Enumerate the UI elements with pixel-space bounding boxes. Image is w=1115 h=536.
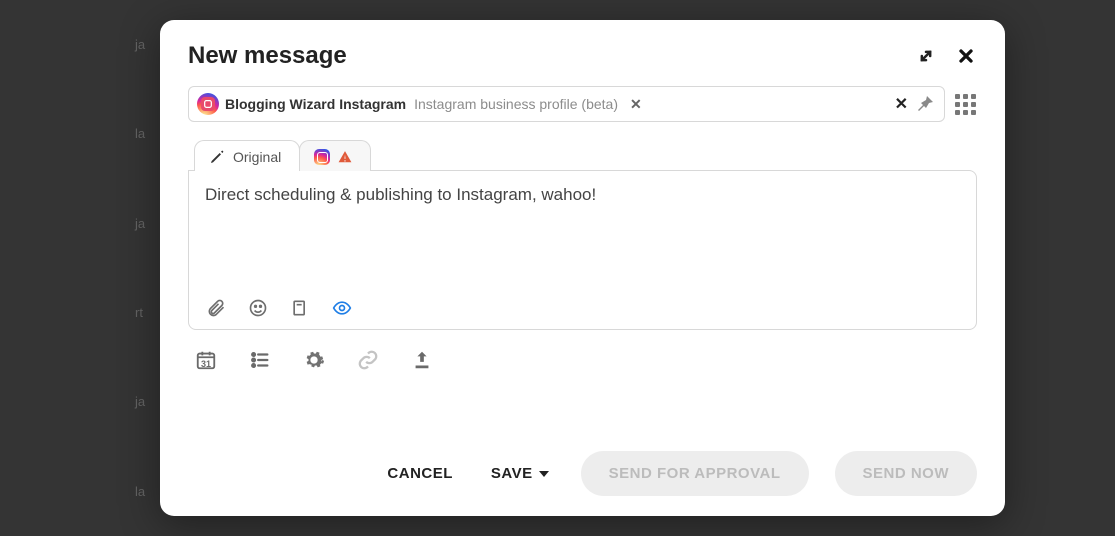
send-approval-label: SEND FOR APPROVAL xyxy=(609,465,781,482)
pencil-icon xyxy=(209,149,225,165)
tab-instagram-warning[interactable] xyxy=(299,140,371,171)
save-button[interactable]: SAVE xyxy=(485,455,555,492)
remove-account-icon[interactable]: ✕ xyxy=(630,96,642,113)
modal-overlay: jalajartjala New message xyxy=(0,0,1115,536)
instagram-mini-icon xyxy=(314,149,330,165)
send-for-approval-button[interactable]: SEND FOR APPROVAL xyxy=(581,451,809,496)
caret-down-icon xyxy=(539,471,549,477)
tab-original-label: Original xyxy=(233,149,281,165)
cancel-button[interactable]: CANCEL xyxy=(381,455,459,492)
save-label: SAVE xyxy=(491,465,533,482)
clear-accounts-icon[interactable]: ✕ xyxy=(895,94,908,114)
queue-list-icon[interactable] xyxy=(248,348,272,372)
close-icon[interactable] xyxy=(955,45,977,67)
account-chip-area[interactable]: Blogging Wizard Instagram Instagram busi… xyxy=(188,86,945,122)
editor-toolbar xyxy=(205,289,960,319)
calendar-icon[interactable]: 31 xyxy=(194,348,218,372)
library-icon[interactable] xyxy=(289,297,311,319)
editor-tabs: Original xyxy=(194,140,977,171)
expand-icon[interactable] xyxy=(915,45,937,67)
account-selector-row: Blogging Wizard Instagram Instagram busi… xyxy=(188,86,977,122)
attachment-icon[interactable] xyxy=(205,297,227,319)
warning-icon xyxy=(338,150,352,164)
account-subtitle: Instagram business profile (beta) xyxy=(414,96,618,112)
message-text-input[interactable]: Direct scheduling & publishing to Instag… xyxy=(205,185,960,289)
account-name: Blogging Wizard Instagram xyxy=(225,96,406,112)
pin-icon[interactable] xyxy=(912,92,936,116)
modal-title: New message xyxy=(188,42,347,70)
background-list: jalajartjala xyxy=(0,0,160,536)
modal-footer: CANCEL SAVE SEND FOR APPROVAL SEND NOW xyxy=(188,431,977,496)
instagram-icon xyxy=(197,93,219,115)
schedule-options-row: 31 xyxy=(188,330,977,372)
send-now-label: SEND NOW xyxy=(863,465,950,482)
tab-original[interactable]: Original xyxy=(194,140,300,171)
new-message-modal: New message Blogging Wizard xyxy=(160,20,1005,516)
upload-icon[interactable] xyxy=(410,348,434,372)
emoji-icon[interactable] xyxy=(247,297,269,319)
calendar-day-label: 31 xyxy=(201,359,211,369)
message-editor: Direct scheduling & publishing to Instag… xyxy=(188,170,977,330)
cancel-label: CANCEL xyxy=(387,465,453,482)
apps-grid-icon[interactable] xyxy=(953,92,977,116)
preview-eye-icon[interactable] xyxy=(331,297,353,319)
settings-gear-icon[interactable] xyxy=(302,348,326,372)
link-icon xyxy=(356,348,380,372)
send-now-button[interactable]: SEND NOW xyxy=(835,451,978,496)
account-chip: Blogging Wizard Instagram Instagram busi… xyxy=(197,93,642,115)
modal-header: New message xyxy=(188,42,977,70)
